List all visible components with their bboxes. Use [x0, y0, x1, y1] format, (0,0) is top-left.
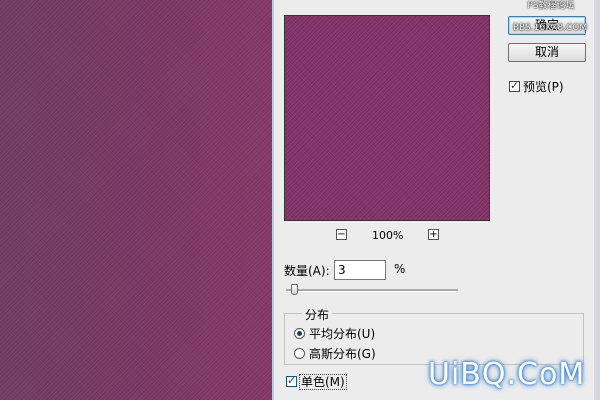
zoom-level: 100% — [372, 229, 404, 242]
zoom-in-button[interactable]: + — [428, 229, 439, 240]
radio-gaussian-label: 高斯分布(G) — [309, 347, 376, 361]
filter-preview-image[interactable] — [284, 15, 490, 221]
add-noise-dialog: − 100% + 确定 取消 PS教程论坛 BBS.16XX8.COM 预览(P… — [272, 0, 600, 400]
zoom-controls: − 100% + — [336, 228, 446, 244]
watermark-forum-name: PS教程论坛 — [527, 1, 575, 11]
site-logo-watermark: UiBQ.CoM — [428, 357, 586, 392]
radio-uniform[interactable]: 平均分布(U) — [294, 325, 375, 342]
monochromatic-checkbox[interactable] — [286, 374, 297, 387]
monochromatic-checkbox-row[interactable]: 单色(M) — [286, 373, 347, 390]
radio-uniform-button[interactable] — [294, 328, 305, 339]
amount-label: 数量(A): — [284, 264, 330, 278]
amount-input[interactable] — [334, 260, 386, 280]
preview-label: 预览(P) — [523, 80, 564, 94]
document-canvas — [0, 0, 272, 400]
radio-gaussian[interactable]: 高斯分布(G) — [294, 345, 376, 362]
dialog-edge — [594, 0, 600, 400]
amount-slider-thumb[interactable] — [291, 284, 298, 295]
radio-uniform-label: 平均分布(U) — [309, 327, 376, 341]
watermark-forum-url: BBS.16XX8.COM — [512, 23, 588, 33]
radio-gaussian-button[interactable] — [294, 348, 305, 359]
amount-unit: % — [394, 262, 406, 276]
distribution-title: 分布 — [302, 306, 333, 323]
amount-slider[interactable] — [286, 284, 458, 295]
zoom-out-button[interactable]: − — [336, 229, 347, 240]
preview-checkbox-row[interactable]: 预览(P) — [509, 78, 564, 95]
cancel-button[interactable]: 取消 — [508, 43, 586, 62]
monochromatic-label: 单色(M) — [299, 374, 347, 390]
preview-checkbox[interactable] — [509, 79, 520, 92]
